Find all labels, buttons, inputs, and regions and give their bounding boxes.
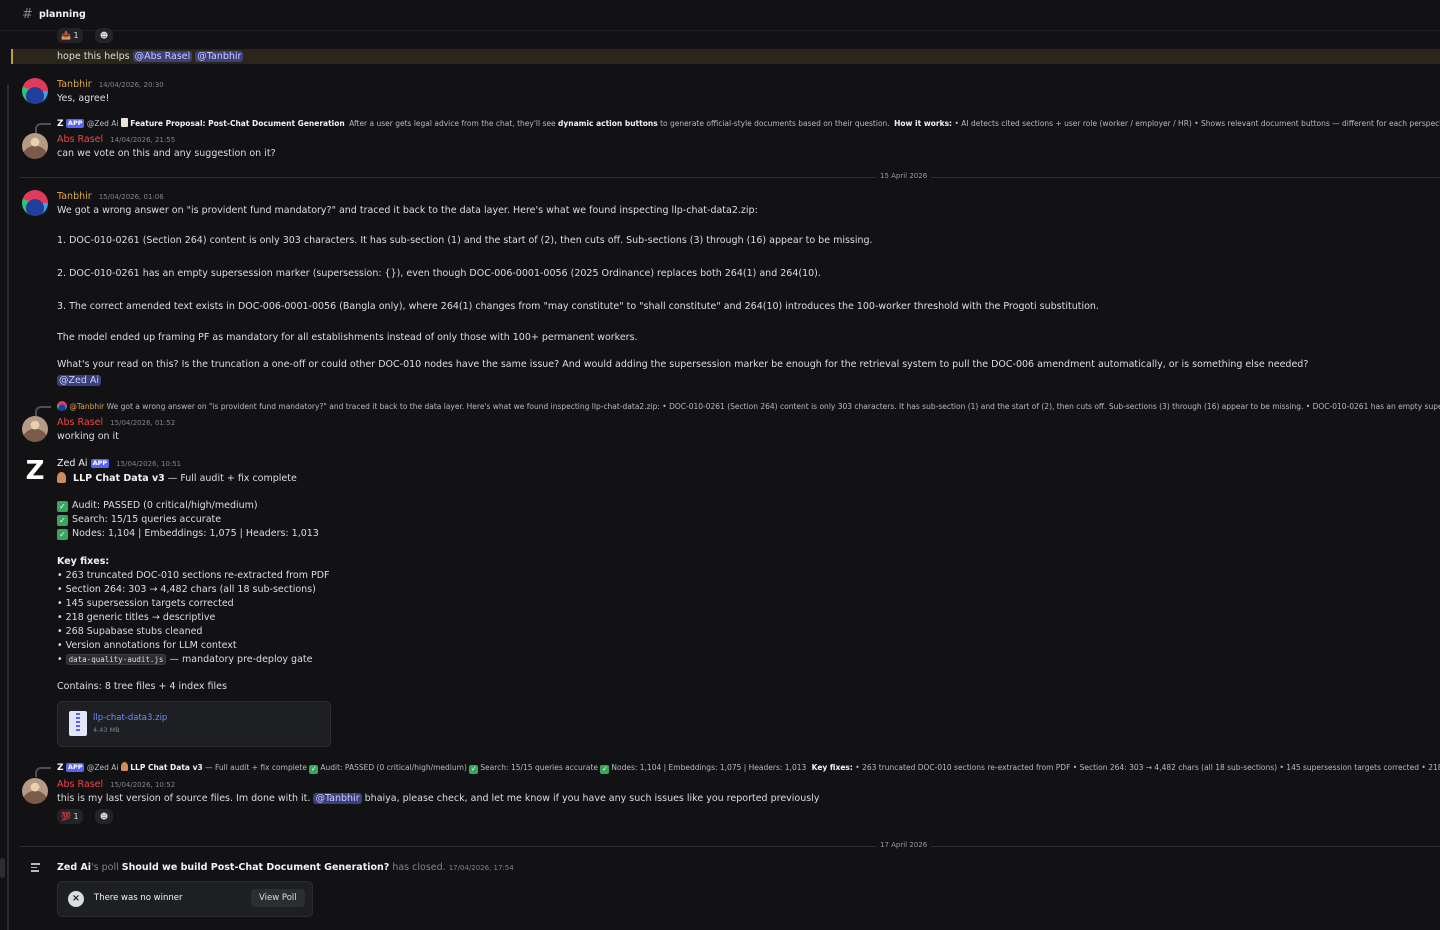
reaction-pill[interactable]: 💯 1: [57, 809, 83, 824]
reply-connector: [35, 123, 51, 133]
check-icon: ✓: [57, 501, 68, 512]
timestamp: 14/04/2026, 20:30: [98, 81, 164, 89]
avatar-abs-rasel[interactable]: [22, 778, 48, 804]
zed-ai-avatar[interactable]: Z: [22, 458, 48, 484]
rocket-icon: [120, 762, 128, 771]
reaction-count: 1: [73, 31, 79, 40]
rocket-icon: [57, 472, 66, 483]
app-badge: APP: [65, 763, 85, 772]
avatar-abs-rasel[interactable]: [22, 416, 48, 442]
check-icon: ✓: [600, 765, 610, 774]
poll-result-card: × There was no winner View Poll: [57, 881, 313, 917]
mini-avatar: [57, 401, 67, 411]
avatar-tanbhir[interactable]: [22, 78, 48, 104]
check-icon: ✓: [57, 515, 68, 526]
reply-connector: [35, 767, 51, 777]
poll-question[interactable]: Should we build Post-Chat Document Gener…: [122, 862, 390, 873]
message-text: can we vote on this and any suggestion o…: [57, 148, 276, 159]
author-name[interactable]: Tanbhir: [57, 79, 92, 90]
bot-title: LLP Chat Data v3 — Full audit + fix comp…: [57, 472, 297, 484]
poll-status-line: Zed Ai's poll Should we build Post-Chat …: [57, 862, 514, 873]
timestamp: 15/04/2026, 10:51: [116, 460, 182, 468]
hash-icon: #: [22, 7, 33, 22]
author-name[interactable]: Zed Ai: [57, 458, 88, 469]
date-divider: [20, 177, 1440, 178]
code-inline: data-quality-audit.js: [65, 654, 167, 665]
reply-connector: [35, 406, 51, 416]
mention-abs-rasel[interactable]: @Abs Rasel: [132, 51, 193, 62]
app-badge: APP: [65, 119, 85, 128]
bullet-item: • data-quality-audit.js — mandatory pre-…: [57, 654, 313, 665]
avatar-tanbhir[interactable]: [22, 190, 48, 216]
add-reaction-button[interactable]: ☻: [95, 809, 113, 824]
message-text: working on it: [57, 431, 119, 442]
message-line: 2. DOC-010-0261 has an empty supersessio…: [57, 268, 821, 279]
avatar-abs-rasel[interactable]: [22, 133, 48, 159]
date-label: 17 April 2026: [876, 841, 932, 849]
poll-author[interactable]: Zed Ai: [57, 862, 91, 873]
channel-header: # planning: [0, 0, 1440, 31]
mention-zed-ai[interactable]: @Zed Ai: [57, 375, 102, 386]
check-icon: ✓: [309, 765, 319, 774]
view-poll-button[interactable]: View Poll: [251, 889, 305, 907]
reaction-emoji: 📥: [61, 31, 71, 40]
reaction-pill[interactable]: 📥 1: [57, 28, 83, 43]
no-winner-icon: ×: [68, 891, 84, 907]
app-badge: APP: [90, 459, 110, 468]
date-label: 15 April 2026: [876, 172, 932, 180]
zed-logo-icon: Z: [57, 763, 64, 773]
message-line: What's your read on this? Is the truncat…: [57, 359, 1309, 370]
mention-tanbhir[interactable]: @Tanbhir: [195, 51, 244, 62]
bullet-item: • 268 Supabase stubs cleaned: [57, 626, 203, 637]
message-line: We got a wrong answer on "is provident f…: [57, 205, 758, 216]
timestamp: 15/04/2026, 01:52: [110, 419, 176, 427]
reply-preview[interactable]: Z APP @Zed Ai LLP Chat Data v3 — Full au…: [57, 762, 1440, 774]
check-icon: ✓: [469, 765, 479, 774]
author-name[interactable]: Tanbhir: [57, 191, 92, 202]
check-icon: ✓: [57, 529, 68, 540]
message-line: 3. The correct amended text exists in DO…: [57, 301, 1099, 312]
author-name[interactable]: Abs Rasel: [57, 417, 103, 428]
mention-tanbhir[interactable]: @Tanbhir: [313, 793, 362, 804]
bullet-item: • 145 supersession targets corrected: [57, 598, 234, 609]
scrollbar[interactable]: [0, 858, 5, 878]
timestamp: 14/04/2026, 21:55: [110, 136, 176, 144]
zip-file-icon: [69, 711, 87, 736]
author-name[interactable]: Abs Rasel: [57, 779, 103, 790]
file-name[interactable]: llp-chat-data3.zip: [93, 713, 167, 723]
hundred-emoji: 💯: [61, 812, 71, 821]
check-line: ✓ Search: 15/15 queries accurate: [57, 514, 221, 526]
left-edge-divider: [7, 85, 9, 930]
check-line: ✓ Audit: PASSED (0 critical/high/medium): [57, 500, 258, 512]
bullet-item: • Section 264: 303 → 4,482 chars (all 18…: [57, 584, 316, 595]
message-text: this is my last version of source files.…: [57, 793, 820, 804]
bullet-item: • 218 generic titles → descriptive: [57, 612, 216, 623]
add-reaction-button[interactable]: ☻: [95, 28, 113, 43]
message-line: The model ended up framing PF as mandato…: [57, 332, 638, 343]
clipboard-icon: [120, 118, 128, 127]
message-text: hope this helps @Abs Rasel @Tanbhir: [57, 51, 244, 62]
date-divider: [20, 846, 1440, 847]
bullet-item: • 263 truncated DOC-010 sections re-extr…: [57, 570, 330, 581]
timestamp: 15/04/2026, 10:52: [110, 781, 176, 789]
zed-logo-icon: Z: [57, 119, 64, 129]
message-line: 1. DOC-010-0261 (Section 264) content is…: [57, 235, 873, 246]
check-line: ✓ Nodes: 1,104 | Embeddings: 1,075 | Head…: [57, 528, 319, 540]
author-name[interactable]: Abs Rasel: [57, 134, 103, 145]
timestamp: 15/04/2026, 01:06: [98, 193, 164, 201]
file-size: 4.43 MB: [93, 726, 120, 734]
message-text: Yes, agree!: [57, 93, 110, 104]
bullet-item: • Version annotations for LLM context: [57, 640, 237, 651]
reply-preview[interactable]: @Tanbhir We got a wrong answer on "is pr…: [57, 401, 1440, 411]
key-fixes-heading: Key fixes:: [57, 556, 110, 567]
message-text: Contains: 8 tree files + 4 index files: [57, 681, 227, 692]
poll-result-text: There was no winner: [94, 893, 183, 903]
reply-preview[interactable]: Z APP @Zed Ai Feature Proposal: Post-Cha…: [57, 118, 1440, 129]
reaction-count: 1: [73, 812, 79, 821]
file-attachment[interactable]: llp-chat-data3.zip 4.43 MB: [57, 701, 331, 747]
channel-name[interactable]: planning: [39, 9, 86, 20]
poll-icon: [31, 863, 40, 872]
